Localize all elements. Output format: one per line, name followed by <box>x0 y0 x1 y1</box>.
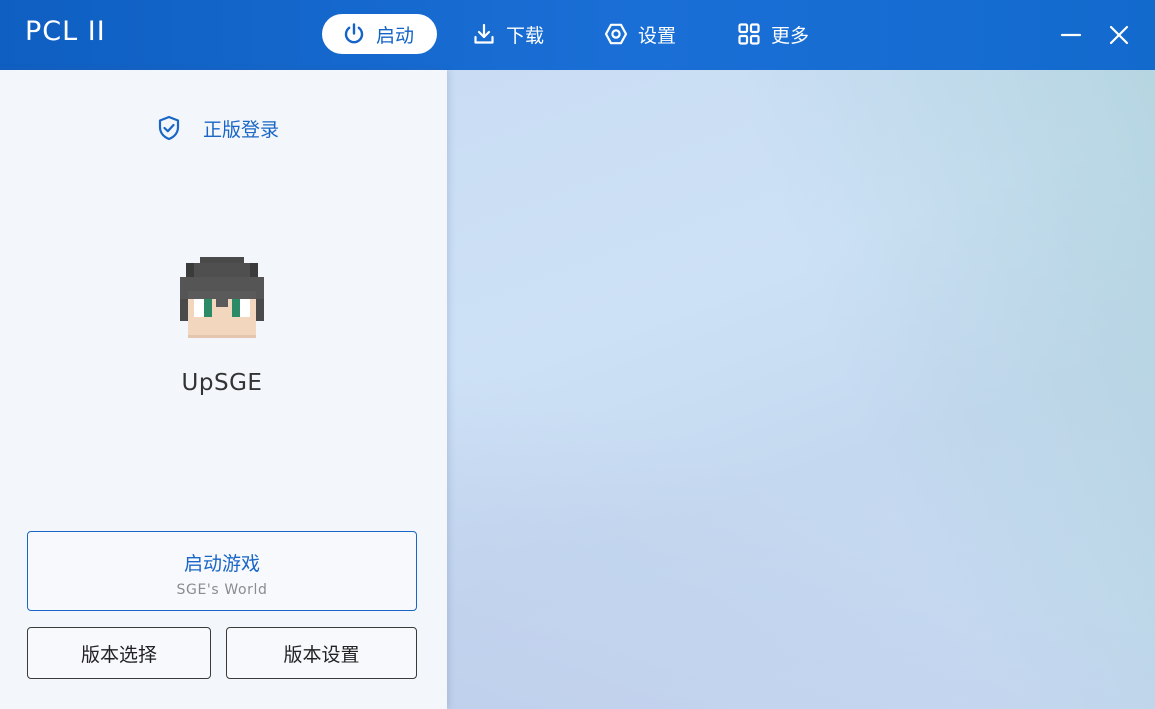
download-icon <box>472 22 496 46</box>
launch-game-version: SGE's World <box>176 582 268 598</box>
power-icon <box>342 22 366 46</box>
main-content-area <box>447 70 1155 709</box>
username: UpSGE <box>181 370 263 396</box>
player-avatar[interactable] <box>180 257 264 338</box>
close-icon <box>1108 24 1130 46</box>
shield-check-icon <box>155 114 183 142</box>
tab-launch[interactable]: 启动 <box>322 14 437 54</box>
version-select-button[interactable]: 版本选择 <box>27 627 211 679</box>
launch-game-button[interactable]: 启动游戏 SGE's World <box>27 531 417 611</box>
tab-more-label: 更多 <box>771 24 810 47</box>
minimize-icon <box>1060 24 1082 46</box>
settings-icon <box>604 22 628 46</box>
tab-settings[interactable]: 设置 <box>584 14 696 54</box>
login-label: 正版登录 <box>203 118 280 141</box>
grid-icon <box>737 22 761 46</box>
tab-download[interactable]: 下载 <box>452 14 564 54</box>
minimize-button[interactable] <box>1054 18 1088 52</box>
tab-download-label: 下载 <box>506 24 545 47</box>
app-title: PCL II <box>25 16 106 47</box>
tab-settings-label: 设置 <box>638 24 677 47</box>
launch-game-label: 启动游戏 <box>183 553 260 575</box>
premium-login-link[interactable]: 正版登录 <box>155 114 279 142</box>
version-settings-button[interactable]: 版本设置 <box>226 627 417 679</box>
close-button[interactable] <box>1102 18 1136 52</box>
tab-more[interactable]: 更多 <box>717 14 829 54</box>
tab-launch-label: 启动 <box>376 24 415 47</box>
title-bar: PCL II 启动 下载 设置 更多 <box>0 0 1155 70</box>
sidebar-panel: 正版登录 UpSGE 启动游戏 SGE's World 版本选择 版本设置 <box>0 70 447 709</box>
